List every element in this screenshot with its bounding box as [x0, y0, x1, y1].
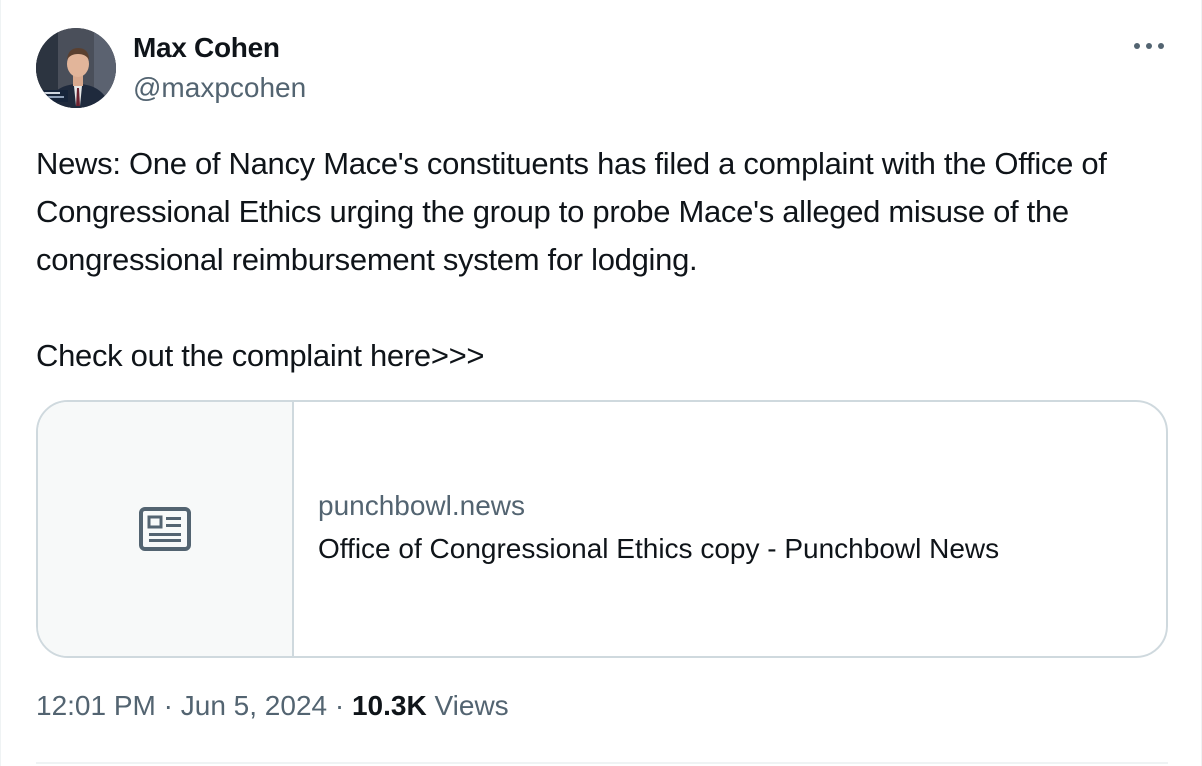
meta-separator: ·: [334, 690, 345, 721]
avatar[interactable]: [36, 28, 116, 108]
tweet-paragraph: News: One of Nancy Mace's constituents h…: [36, 146, 1107, 277]
views-label: Views: [434, 690, 509, 721]
card-thumbnail: [38, 402, 294, 656]
card-body: punchbowl.news Office of Congressional E…: [294, 402, 1166, 656]
tweet-meta: 12:01 PM · Jun 5, 2024 · 10.3K Views: [36, 690, 509, 722]
tweet-text: News: One of Nancy Mace's constituents h…: [36, 140, 1176, 380]
author-name[interactable]: Max Cohen: [133, 32, 280, 64]
more-horizontal-icon: [1134, 43, 1164, 49]
tweet-paragraph: Check out the complaint here>>>: [36, 338, 485, 373]
tweet-date[interactable]: Jun 5, 2024: [181, 690, 327, 721]
avatar-image: [36, 28, 116, 108]
card-title: Office of Congressional Ethics copy - Pu…: [318, 533, 1000, 564]
author-handle[interactable]: @maxpcohen: [133, 72, 306, 104]
tweet: Max Cohen @maxpcohen News: One of Nancy …: [0, 0, 1202, 766]
meta-separator: ·: [163, 690, 173, 721]
newspaper-icon: [139, 507, 191, 551]
divider: [36, 762, 1168, 764]
link-card[interactable]: punchbowl.news Office of Congressional E…: [36, 400, 1168, 658]
card-domain: punchbowl.news: [318, 490, 526, 521]
views-count: 10.3K: [351, 690, 427, 721]
more-button[interactable]: [1127, 32, 1171, 60]
tweet-time[interactable]: 12:01 PM: [36, 690, 156, 721]
